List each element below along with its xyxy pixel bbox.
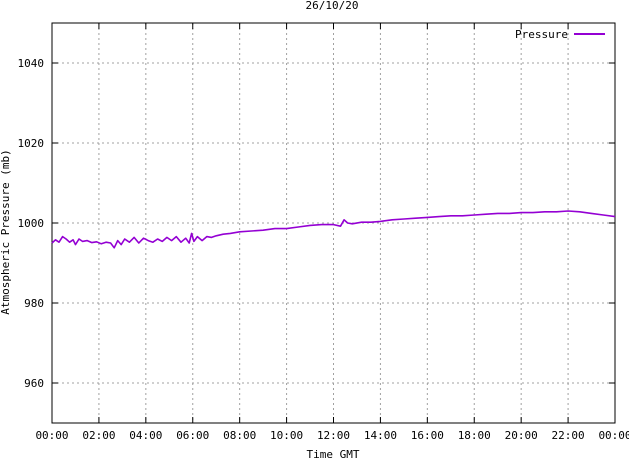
x-tick-label: 00:00 (35, 429, 68, 442)
y-axis-label: Atmospheric Pressure (mb) (0, 149, 12, 315)
x-tick-label: 06:00 (176, 429, 209, 442)
x-tick-label: 10:00 (270, 429, 303, 442)
pressure-chart: 26/10/20 00:00 02:00 04:00 06:00 08:00 10:00 1… (0, 0, 629, 459)
y-tick-label: 1040 (18, 57, 45, 70)
x-tick-label: 04:00 (129, 429, 162, 442)
x-tick-label: 12:00 (317, 429, 350, 442)
y-tick-label: 960 (24, 377, 44, 390)
x-tick-label: 08:00 (223, 429, 256, 442)
x-tick-label: 16:00 (411, 429, 444, 442)
x-tick-label: 22:00 (552, 429, 585, 442)
y-tick-label: 1000 (18, 217, 45, 230)
y-tick-label: 980 (24, 297, 44, 310)
legend-label-pressure: Pressure (515, 28, 568, 41)
x-tick-label: 02:00 (82, 429, 115, 442)
x-tick-label: 20:00 (505, 429, 538, 442)
grid (52, 23, 615, 423)
axis-ticks: 00:00 02:00 04:00 06:00 08:00 10:00 12:00 14:00… (18, 23, 629, 442)
legend: Pressure (515, 28, 605, 41)
chart-title: 26/10/20 (306, 0, 359, 12)
x-tick-label: 00:00 (598, 429, 629, 442)
x-tick-label: 14:00 (364, 429, 397, 442)
x-axis-label: Time GMT (307, 448, 360, 459)
y-tick-label: 1020 (18, 137, 45, 150)
x-tick-label: 18:00 (458, 429, 491, 442)
